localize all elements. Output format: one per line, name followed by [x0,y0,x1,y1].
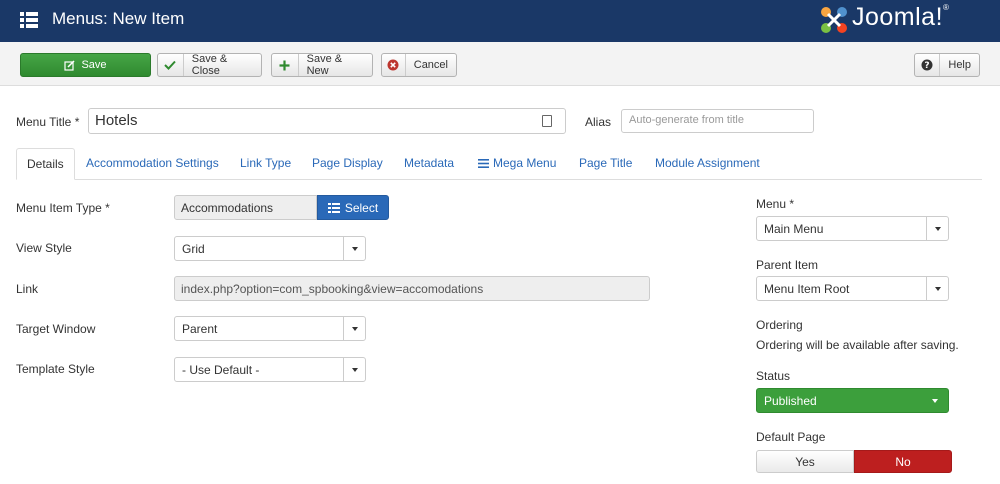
save-new-button[interactable]: Save & New [271,53,373,77]
parent-item-label: Parent Item [756,258,819,272]
tab-accommodation-settings[interactable]: Accommodation Settings [86,148,219,180]
template-style-label: Template Style [16,362,95,376]
logo-registered-mark: ® [943,3,950,12]
target-window-select[interactable]: Parent [174,316,366,341]
template-style-value: - Use Default - [182,363,260,377]
parent-item-select[interactable]: Menu Item Root [756,276,949,301]
question-icon: ? [915,54,941,76]
tab-page-display[interactable]: Page Display [312,148,383,180]
cancel-label: Cancel [413,59,448,71]
default-no-button[interactable]: No [854,450,952,473]
ordering-label: Ordering [756,318,803,332]
status-value: Published [764,394,817,408]
chevron-down-icon [343,358,365,381]
app-header: Menus: New Item Joomla!® [0,0,1000,42]
target-window-value: Parent [182,322,218,336]
link-label: Link [16,282,39,296]
link-field: index.php?option=com_spbooking&view=acco… [174,276,650,301]
chevron-down-icon [926,277,948,300]
chevron-down-icon [343,237,365,260]
save-close-label: Save & Close [191,53,228,77]
cancel-icon [382,54,406,76]
tab-bar: Details Accommodation Settings Link Type… [16,148,982,180]
chevron-down-icon [926,217,948,240]
tab-mega-menu[interactable]: Mega Menu [478,148,556,180]
menu-item-type-label: Menu Item Type * [16,201,110,215]
view-style-label: View Style [16,241,72,255]
view-style-value: Grid [182,242,205,256]
save-close-button[interactable]: Save & Close [157,53,262,77]
target-window-label: Target Window [16,322,96,336]
select-type-button[interactable]: Select [317,195,389,220]
menu-select[interactable]: Main Menu [756,216,949,241]
language-icon[interactable] [542,115,552,127]
logo-word: Joomla! [852,3,944,31]
menu-item-type-value: Accommodations [174,195,317,220]
check-icon [158,54,184,76]
tab-mega-menu-label: Mega Menu [493,156,557,170]
menu-label: Menu * [756,197,795,211]
view-style-select[interactable]: Grid [174,236,366,261]
page-title: Menus: New Item [52,9,185,28]
menu-title-input[interactable]: Hotels [88,108,566,134]
menu-list-icon [20,12,38,28]
status-label: Status [756,369,791,383]
menu-title-label: Menu Title * [16,115,80,129]
menu-value: Main Menu [764,222,824,236]
bars-icon [478,159,489,168]
select-type-label: Select [344,200,379,215]
tab-module-assignment[interactable]: Module Assignment [655,148,760,180]
help-label: Help [948,59,971,71]
alias-label: Alias [585,115,612,129]
save-new-label: Save & New [306,53,343,77]
help-button[interactable]: ? Help [914,53,980,77]
joomla-logo-text[interactable]: Joomla!® [852,3,949,32]
tab-link-type[interactable]: Link Type [240,148,291,180]
template-style-select[interactable]: - Use Default - [174,357,366,382]
ordering-note: Ordering will be available after saving. [756,338,959,352]
svg-text:?: ? [925,61,930,71]
list-icon [327,202,340,213]
tab-page-title[interactable]: Page Title [579,148,632,180]
chevron-down-icon [932,399,938,403]
status-select[interactable]: Published [756,388,949,413]
plus-icon [272,54,299,76]
save-button[interactable]: Save [20,53,151,77]
parent-item-value: Menu Item Root [764,282,850,296]
toolbar: Save Save & Close Save & New Cancel ? He… [0,42,1000,86]
joomla-logo-icon [821,7,847,33]
alias-input[interactable]: Auto-generate from title [621,109,814,133]
chevron-down-icon [343,317,365,340]
tab-metadata[interactable]: Metadata [404,148,454,180]
cancel-button[interactable]: Cancel [381,53,457,77]
edit-icon [64,54,75,76]
save-button-label: Save [81,59,107,71]
tab-details[interactable]: Details [16,148,75,180]
default-page-label: Default Page [756,430,826,444]
default-yes-button[interactable]: Yes [756,450,854,473]
